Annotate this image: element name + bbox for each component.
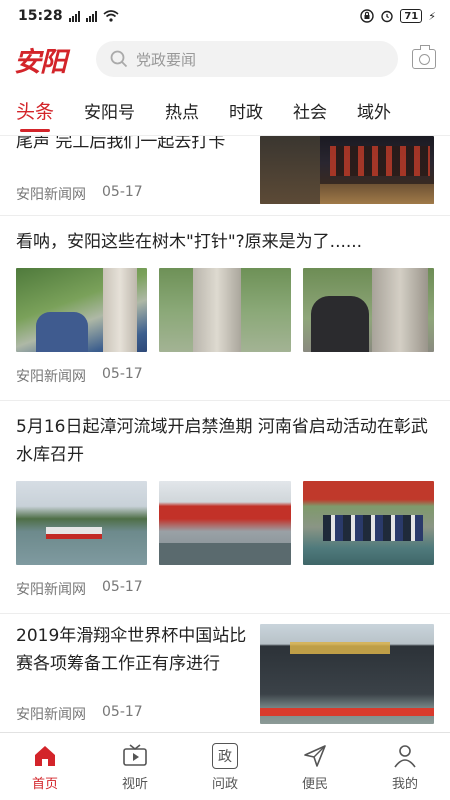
news-item[interactable]: 2019年滑翔伞世界杯中国站比赛各项筹备工作正有序进行 安阳新闻网 05-17	[0, 614, 450, 732]
send-icon	[304, 745, 326, 767]
tab-abroad[interactable]: 域外	[357, 86, 391, 136]
nav-home[interactable]: 首页	[0, 733, 90, 800]
charging-icon: ⚡	[428, 9, 436, 23]
battery-icon: 71	[400, 9, 423, 23]
nav-services-label: 便民	[301, 777, 328, 792]
news-image-row	[16, 481, 434, 565]
tab-hot[interactable]: 热点	[165, 86, 199, 136]
news-source: 安阳新闻网	[16, 707, 86, 723]
tab-anyang-hao[interactable]: 安阳号	[84, 86, 135, 136]
news-date: 05-17	[102, 184, 143, 200]
news-image[interactable]	[159, 481, 291, 565]
search-placeholder: 党政要闻	[136, 50, 197, 69]
bottom-nav: 首页 视听 政 问政 便民 我的	[0, 732, 450, 800]
news-source: 安阳新闻网	[16, 369, 86, 385]
news-item[interactable]: 尾声 完工后我们一起去打卡 安阳新闻网 05-17	[0, 136, 450, 216]
lock-icon	[360, 9, 375, 23]
nav-wenzheng[interactable]: 政 问政	[180, 733, 270, 800]
news-thumbnail[interactable]	[260, 136, 434, 204]
news-feed[interactable]: 尾声 完工后我们一起去打卡 安阳新闻网 05-17 看呐，安阳这些在树木"打针"…	[0, 136, 450, 732]
news-meta: 安阳新闻网 05-17	[16, 352, 434, 400]
app-header: 安阳 党政要闻	[0, 32, 450, 86]
signal-icon-2	[85, 10, 97, 22]
news-source: 安阳新闻网	[16, 187, 86, 203]
nav-video[interactable]: 视听	[90, 733, 180, 800]
wifi-icon	[103, 10, 119, 22]
news-image[interactable]	[302, 268, 434, 352]
camera-icon[interactable]	[412, 45, 436, 69]
news-date: 05-17	[102, 704, 143, 720]
tab-politics[interactable]: 时政	[229, 86, 263, 136]
news-title: 尾声 完工后我们一起去打卡	[16, 136, 226, 152]
news-date: 05-17	[102, 579, 143, 595]
news-image[interactable]	[302, 481, 434, 565]
news-image[interactable]	[16, 481, 148, 565]
nav-profile-label: 我的	[391, 777, 418, 792]
signal-icon	[68, 10, 80, 22]
news-image[interactable]	[16, 268, 148, 352]
tab-headlines[interactable]: 头条	[16, 86, 54, 136]
search-bar[interactable]: 党政要闻	[96, 41, 398, 77]
status-time: 15:28	[18, 8, 63, 24]
news-date: 05-17	[102, 366, 143, 382]
status-bar: 15:28 71 ⚡	[0, 0, 450, 32]
news-meta: 安阳新闻网 05-17	[16, 184, 143, 204]
news-source: 安阳新闻网	[16, 582, 86, 598]
news-title: 2019年滑翔伞世界杯中国站比赛各项筹备工作正有序进行	[16, 626, 247, 674]
nav-video-label: 视听	[121, 777, 148, 792]
alarm-icon	[381, 10, 394, 23]
tv-icon	[123, 744, 147, 766]
home-icon	[35, 746, 55, 766]
app-logo: 安阳	[14, 46, 67, 78]
tab-society[interactable]: 社会	[293, 86, 327, 136]
nav-home-label: 首页	[31, 777, 58, 792]
news-meta: 安阳新闻网 05-17	[16, 704, 143, 724]
nav-profile[interactable]: 我的	[360, 733, 450, 800]
news-image-row	[16, 268, 434, 352]
news-meta: 安阳新闻网 05-17	[16, 565, 434, 613]
news-thumbnail[interactable]	[260, 624, 434, 724]
news-title: 看呐，安阳这些在树木"打针"?原来是为了......	[16, 232, 363, 252]
news-item[interactable]: 看呐，安阳这些在树木"打针"?原来是为了...... 安阳新闻网 05-17	[0, 216, 450, 401]
nav-wenzheng-label: 问政	[211, 777, 238, 792]
news-item[interactable]: 5月16日起漳河流域开启禁渔期 河南省启动活动在彰武水库召开 安阳新闻网 05-…	[0, 401, 450, 614]
news-title: 5月16日起漳河流域开启禁渔期 河南省启动活动在彰武水库召开	[16, 417, 428, 465]
nav-services[interactable]: 便民	[270, 733, 360, 800]
search-icon	[110, 50, 128, 68]
battery-level: 71	[404, 10, 419, 22]
zheng-icon: 政	[212, 743, 238, 769]
category-tabs: 头条 安阳号 热点 时政 社会 域外	[0, 86, 450, 136]
user-icon	[394, 745, 416, 768]
news-image[interactable]	[159, 268, 291, 352]
